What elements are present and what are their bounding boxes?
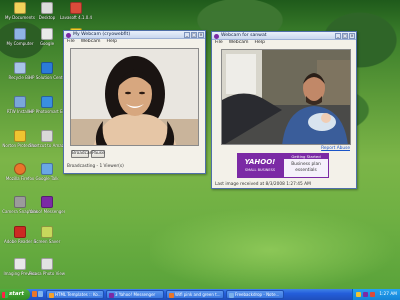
window-title: Webcam for sanwat — [221, 33, 267, 38]
yahoo-icon — [108, 292, 114, 298]
webcam-image — [222, 50, 350, 144]
recycle-bin-icon — [14, 62, 26, 74]
system-tray: 1:27 AM — [352, 289, 400, 300]
menu-help[interactable]: Help — [107, 39, 117, 45]
shortcut-icon — [41, 130, 53, 142]
firefox-quicklaunch-icon[interactable] — [32, 291, 37, 297]
pause-button[interactable]: Pause — [91, 150, 105, 158]
camera-icon — [14, 196, 26, 208]
desktop-background: My Documents My Computer Recycle Bin RTW… — [0, 0, 400, 289]
windows-logo-icon — [2, 291, 8, 298]
screensaver-icon — [41, 226, 53, 238]
task-button[interactable]: HTML Templates :: Ko... — [46, 290, 104, 299]
computer-icon — [14, 28, 26, 40]
lawn-highlight — [150, 190, 400, 289]
google-talk-icon — [41, 163, 53, 175]
menu-file[interactable]: File — [67, 39, 75, 45]
report-abuse-link[interactable]: Report Abuse — [321, 146, 350, 151]
friend-webcam-window[interactable]: Webcam for sanwat _ □ × File Webcam Help — [211, 31, 357, 189]
webcam-video-feed — [221, 49, 351, 145]
desktop-icon-glyph — [41, 2, 53, 14]
titlebar[interactable]: My Webcam (cryowebfit) _ □ × — [64, 31, 205, 39]
desktop-icon[interactable]: Screen Saver — [29, 226, 65, 244]
browser-icon — [48, 292, 54, 298]
yahoo-icon — [214, 33, 219, 39]
menu-webcam[interactable]: Webcam — [81, 39, 101, 45]
hp-photosmart-icon — [41, 96, 53, 108]
menu-help[interactable]: Help — [255, 40, 265, 46]
installer-icon — [14, 96, 26, 108]
task-button[interactable]: 3 Yahoo! Messenger — [106, 290, 164, 299]
last-image-status: Last image received at 8/3/2008 1:27:45 … — [215, 182, 311, 187]
menubar: File Webcam Help — [64, 39, 205, 45]
task-buttons: HTML Templates :: Ko... 3 Yahoo! Messeng… — [46, 290, 284, 299]
yahoo-ad-banner[interactable]: YAHOO! SMALL BUSINESS — [237, 153, 283, 178]
desktop-icon[interactable]: Lavasoft 4.1.0.4 — [58, 2, 94, 20]
desktop-icon[interactable]: HP Photosmart Essential — [29, 96, 65, 114]
my-webcam-window[interactable]: My Webcam (cryowebfit) _ □ × File Webcam… — [63, 30, 206, 174]
task-button[interactable]: Freebackdrop - Note... — [226, 290, 284, 299]
menu-webcam[interactable]: Webcam — [229, 40, 249, 46]
close-icon[interactable]: × — [198, 32, 204, 38]
ad-heading: Getting Started — [284, 154, 328, 159]
desktop-icon[interactable]: Shortcut to Amazon... — [29, 130, 65, 148]
notepad-icon — [228, 292, 234, 298]
clock: 1:27 AM — [379, 292, 397, 297]
minimize-icon[interactable]: _ — [335, 33, 341, 39]
window-title: My Webcam (cryowebfit) — [73, 32, 131, 37]
maximize-icon[interactable]: □ — [191, 32, 197, 38]
folder-icon — [14, 2, 26, 14]
security-tray-icon[interactable] — [370, 292, 375, 297]
desktop-icon[interactable]: Yahoo! Messenger — [29, 196, 65, 214]
desktop-quicklaunch-icon[interactable] — [38, 291, 43, 297]
titlebar[interactable]: Webcam for sanwat _ □ × — [212, 32, 356, 40]
maximize-icon[interactable]: □ — [342, 33, 348, 39]
adobe-reader-icon — [14, 226, 26, 238]
yahoo-ad-text[interactable]: Getting Started Business plan essentials — [283, 153, 329, 178]
hp-icon — [41, 62, 53, 74]
webcam-video-feed — [70, 48, 199, 146]
lavasoft-icon — [70, 2, 82, 14]
webcam-image — [71, 49, 198, 145]
desktop-icon[interactable]: HP Solution Center — [29, 62, 65, 80]
ad-brand-sub: SMALL BUSINESS — [244, 168, 276, 172]
google-icon — [41, 28, 53, 40]
firefox-icon — [168, 292, 174, 298]
menu-file[interactable]: File — [215, 40, 223, 46]
yahoo-icon — [66, 32, 71, 38]
yahoo-messenger-icon — [41, 196, 53, 208]
ad-text: Business plan essentials — [291, 162, 321, 173]
yahoo-tray-icon[interactable] — [363, 292, 368, 297]
firefox-icon — [14, 163, 26, 175]
broadcast-button[interactable]: Broadcast — [71, 150, 94, 158]
broadcast-status: Broadcasting - 1 Viewer(s) — [67, 164, 124, 169]
picasa-icon — [41, 258, 53, 270]
ad-brand: YAHOO! — [244, 158, 276, 166]
desktop-icon[interactable]: Picasa Photo Viewer — [29, 258, 65, 276]
desktop-icon[interactable]: Google Talk — [29, 163, 65, 181]
imaging-icon — [14, 258, 26, 270]
close-icon[interactable]: × — [349, 33, 355, 39]
norton-tray-icon[interactable] — [356, 292, 361, 297]
minimize-icon[interactable]: _ — [184, 32, 190, 38]
task-button[interactable]: Wifi pink and green t... — [166, 290, 224, 299]
taskbar: start HTML Templates :: Ko... 3 Yahoo! M… — [0, 289, 400, 300]
menubar: File Webcam Help — [212, 40, 356, 46]
norton-icon — [14, 130, 26, 142]
start-label: start — [9, 291, 24, 297]
quick-launch — [32, 291, 43, 297]
start-button[interactable]: start — [0, 289, 30, 300]
